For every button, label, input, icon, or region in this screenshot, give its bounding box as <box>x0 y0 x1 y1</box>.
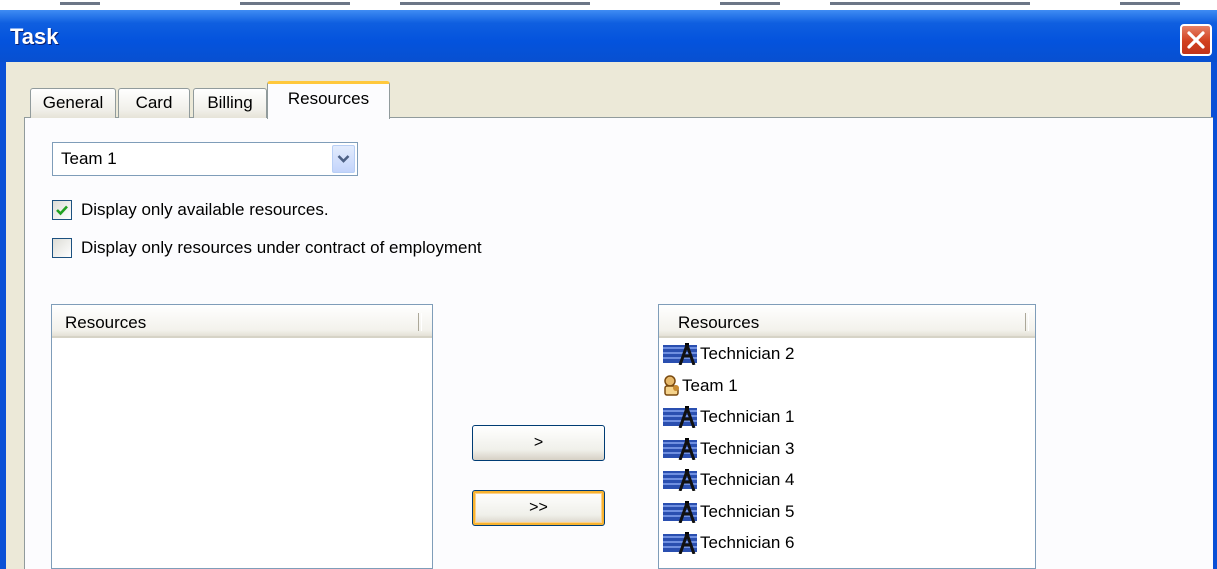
button-label: >> <box>529 499 548 516</box>
window-border-left <box>0 62 6 569</box>
team-icon <box>663 374 681 402</box>
tab-label: Card <box>135 93 173 112</box>
technician-icon <box>663 406 697 433</box>
tab-label: Resources <box>287 89 370 108</box>
tab-resources[interactable]: Resources <box>267 81 390 119</box>
background-window-strip <box>0 0 1217 10</box>
window-title: Task <box>10 24 59 49</box>
list-item-label: Technician 1 <box>700 407 795 426</box>
tab-label: Billing <box>207 93 253 112</box>
technician-icon <box>663 500 697 528</box>
close-button[interactable] <box>1180 24 1212 56</box>
contract-only-label: Display only resources under contract of… <box>81 238 482 257</box>
checkmark-icon <box>56 205 68 216</box>
column-divider[interactable] <box>1025 313 1029 331</box>
available-only-checkbox[interactable] <box>52 200 72 220</box>
tab-billing[interactable]: Billing <box>193 88 267 118</box>
column-header[interactable]: Resources <box>52 305 432 338</box>
list-item-label: Technician 2 <box>700 344 795 363</box>
team-select[interactable]: Team 1 <box>52 142 358 176</box>
technician-icon <box>663 469 697 496</box>
technician-icon <box>663 532 697 559</box>
list-item-label: Technician 6 <box>700 533 795 552</box>
team-select-value: Team 1 <box>61 149 117 168</box>
close-icon <box>1187 31 1205 49</box>
selected-resources-list[interactable]: Resources Technician 2 Team 1 Technician 1… <box>658 304 1036 569</box>
technician-icon <box>663 437 697 465</box>
dropdown-button[interactable] <box>332 145 355 173</box>
column-divider[interactable] <box>418 313 422 331</box>
available-only-label: Display only available resources. <box>81 200 329 219</box>
title-bar[interactable]: Task <box>0 10 1217 62</box>
list-item-label: Team 1 <box>682 375 738 395</box>
button-label: > <box>533 434 544 451</box>
technician-icon <box>663 343 697 370</box>
chevron-down-icon <box>337 155 350 163</box>
add-all-button[interactable]: >> <box>472 490 605 526</box>
tab-card[interactable]: Card <box>118 88 190 118</box>
tab-label: General <box>42 93 104 112</box>
list-item-label: Technician 4 <box>700 470 795 489</box>
add-selected-button[interactable]: > <box>472 425 605 461</box>
list-item-label: Technician 5 <box>700 501 795 521</box>
list-item-label: Technician 3 <box>700 438 795 458</box>
available-resources-list[interactable]: Resources <box>51 304 433 569</box>
tab-general[interactable]: General <box>30 88 116 118</box>
column-header-label: Resources <box>65 313 147 332</box>
column-header-label: Resources <box>678 313 760 332</box>
column-header[interactable]: Resources <box>659 305 1035 338</box>
contract-only-checkbox[interactable] <box>52 238 72 258</box>
